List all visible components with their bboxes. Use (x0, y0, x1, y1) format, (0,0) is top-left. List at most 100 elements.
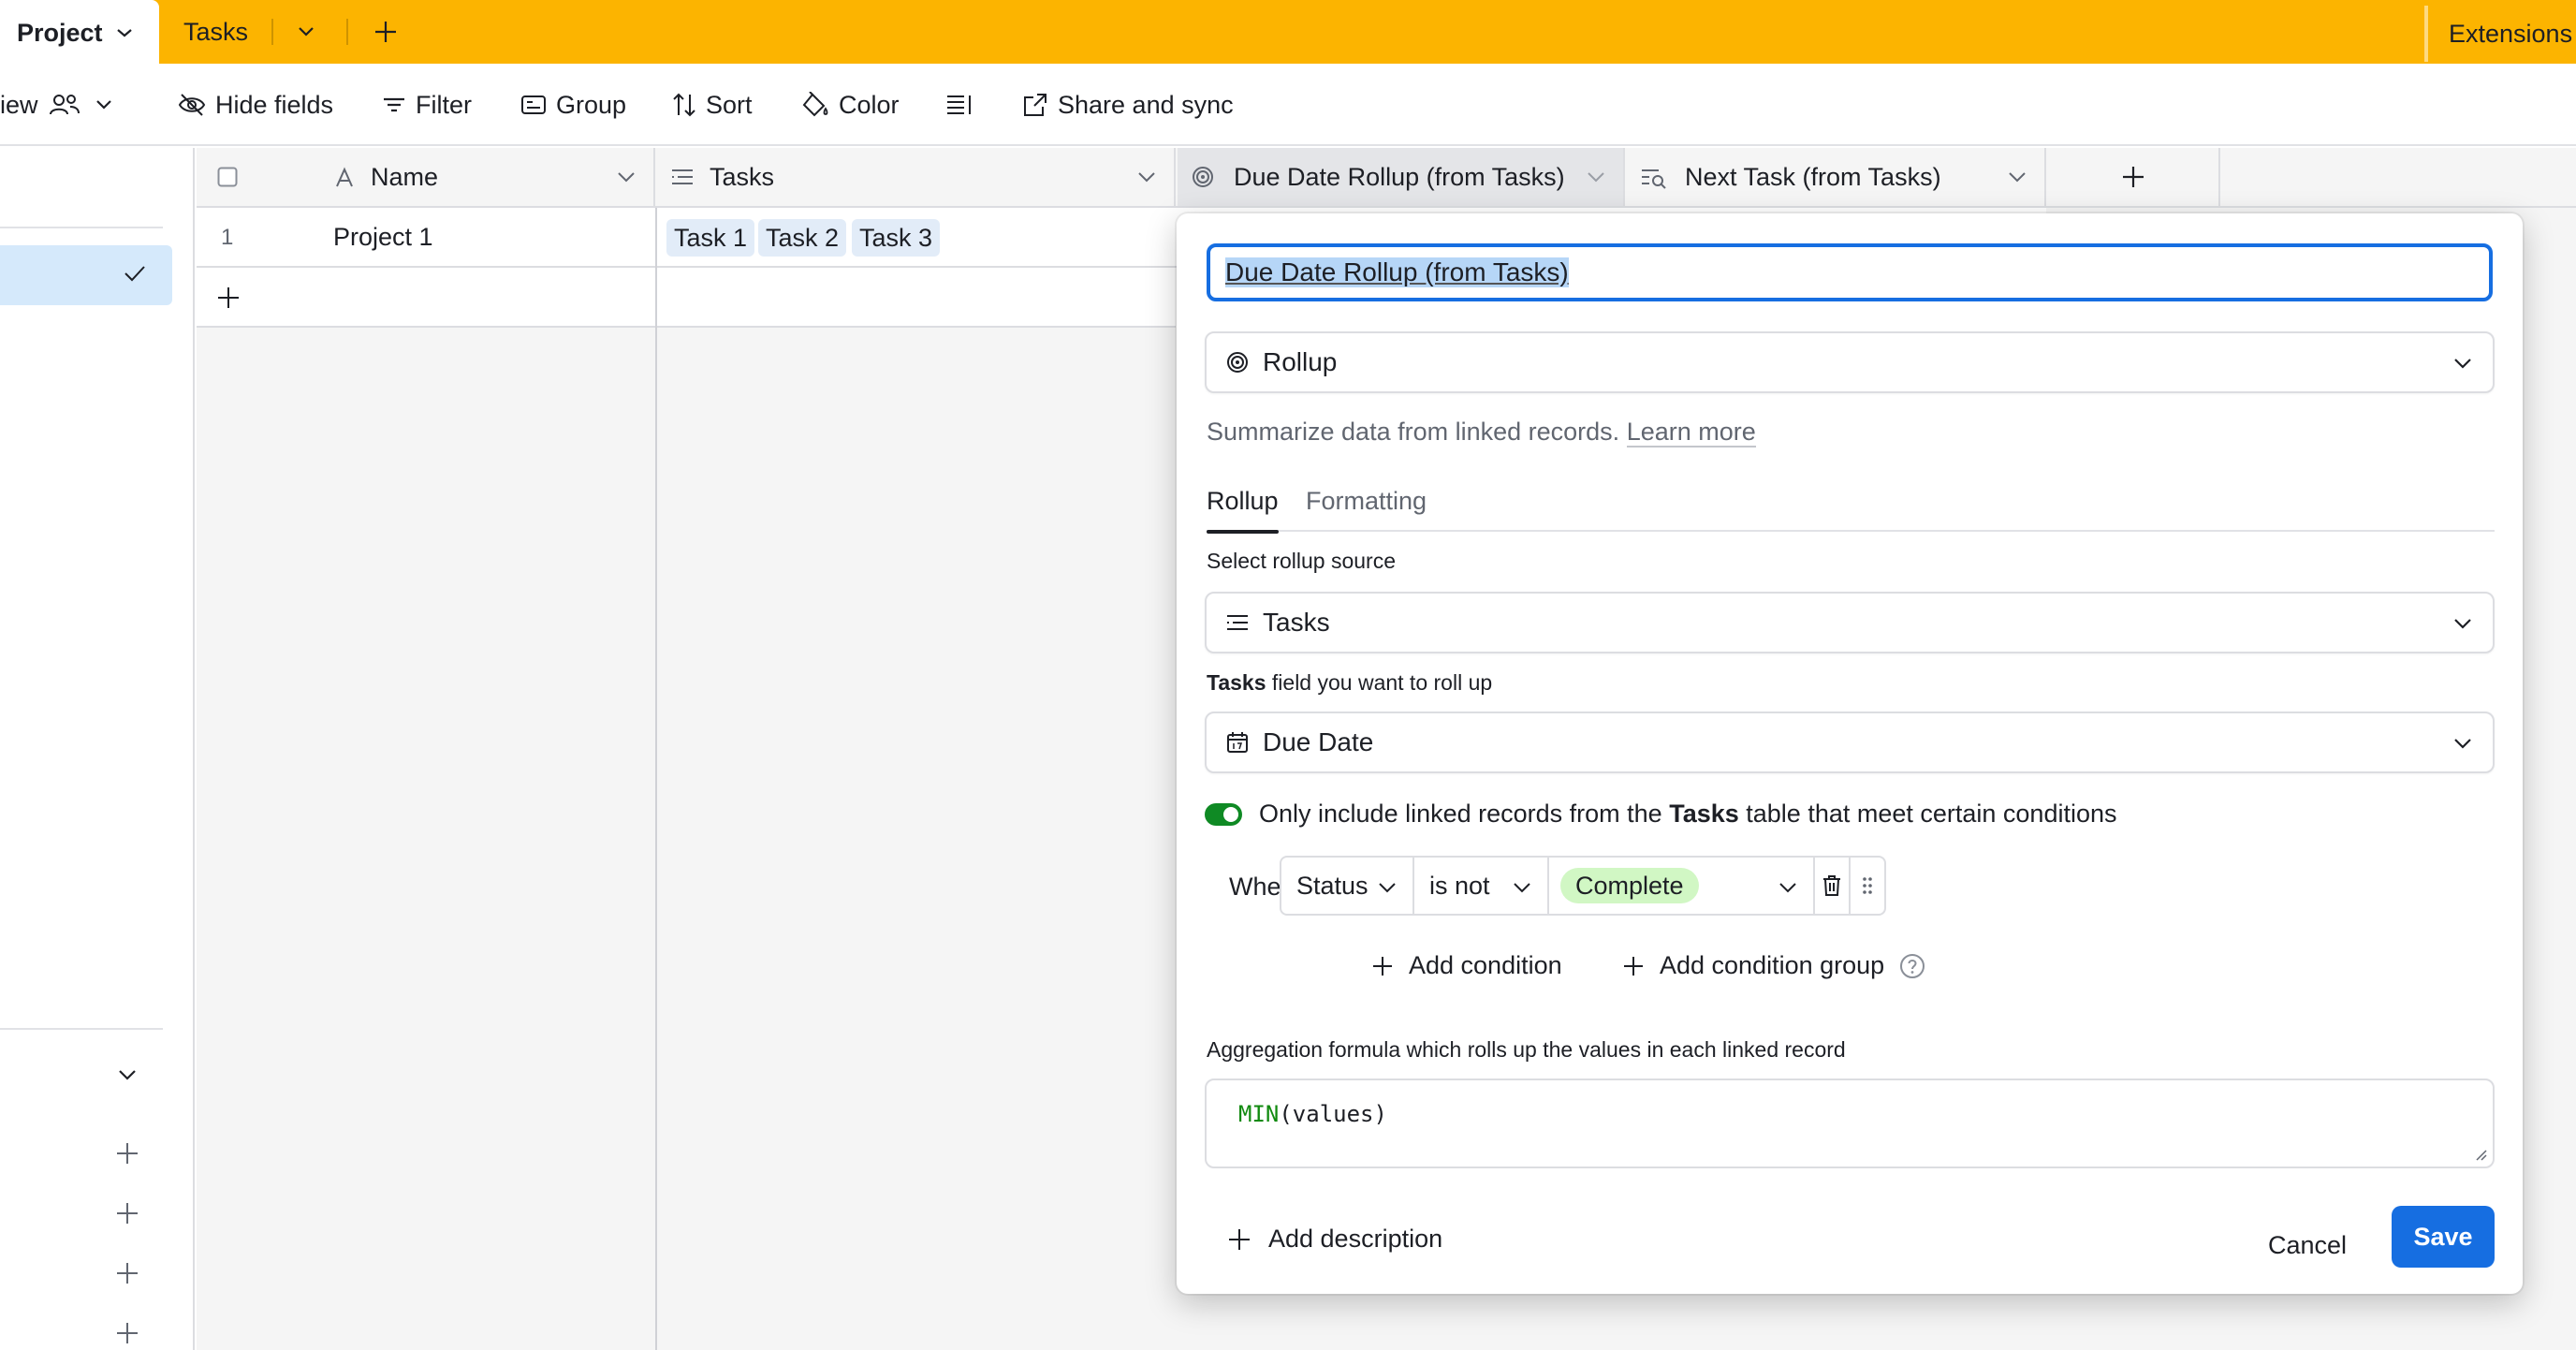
view-switcher-label: iew (0, 90, 38, 119)
sidebar-divider (0, 1028, 163, 1030)
plus-icon[interactable] (114, 1260, 140, 1286)
toggle-label-pre: Only include linked records from the (1259, 800, 1670, 828)
learn-more-link[interactable]: Learn more (1626, 418, 1756, 448)
field-type-select[interactable]: Rollup (1205, 331, 2495, 393)
linked-record-chip[interactable]: Task 3 (852, 219, 941, 257)
plus-icon[interactable] (114, 1140, 140, 1167)
condition-operator-select[interactable]: is not (1412, 856, 1549, 916)
condition-row: Where Status is not Complete (1229, 856, 2328, 916)
add-field-button[interactable] (2048, 148, 2220, 206)
trash-icon (1823, 875, 1840, 896)
add-condition-button[interactable]: Add condition (1371, 951, 1562, 980)
linked-record-chip[interactable]: Task 2 (758, 219, 847, 257)
sidebar-item-active-view[interactable] (0, 245, 172, 305)
group-label: Group (556, 90, 627, 119)
tab-tasks[interactable]: Tasks (183, 0, 248, 64)
lookup-icon (1642, 169, 1666, 189)
chevron-down-icon (1514, 883, 1530, 893)
tab-bar: Project Tasks Extensions (0, 0, 2576, 66)
column-title-tasks: Tasks (710, 162, 775, 191)
chevron-down-icon (1779, 883, 1796, 893)
rollup-field-label-table: Tasks (1207, 670, 1266, 695)
column-title-name: Name (371, 162, 439, 191)
chevron-down-icon[interactable] (2007, 169, 2027, 185)
rollup-field-label: Tasks field you want to roll up (1207, 670, 1492, 696)
column-header-name[interactable]: Name (197, 148, 655, 206)
view-toolbar: iew Hide fields Filter Group Sort Color … (0, 66, 2576, 146)
field-type-label: Rollup (1263, 347, 1338, 376)
view-switcher[interactable]: iew (0, 86, 117, 124)
drag-condition-handle[interactable] (1849, 856, 1886, 916)
delete-condition-button[interactable] (1813, 856, 1851, 916)
conditions-toggle-label: Only include linked records from the Tas… (1259, 800, 2117, 829)
people-icon (49, 95, 80, 115)
extensions-label: Extensions (2449, 19, 2573, 48)
extensions-button[interactable]: Extensions (2424, 6, 2576, 62)
condition-field-select[interactable]: Status (1280, 856, 1414, 916)
column-header-rollup[interactable]: Due Date Rollup (from Tasks) (1178, 148, 1625, 206)
save-button[interactable]: Save (2392, 1206, 2495, 1268)
filter-label: Filter (416, 90, 472, 119)
tab-formatting[interactable]: Formatting (1306, 487, 1427, 516)
field-name-text: Due Date Rollup (from Tasks) (1225, 257, 1569, 287)
rollup-field-select[interactable]: Due Date (1205, 712, 2495, 773)
condition-field-value: Status (1296, 871, 1368, 900)
column-header-tasks[interactable]: Tasks (657, 148, 1176, 206)
add-condition-group-button[interactable]: Add condition group (1622, 951, 1925, 980)
tab-rollup[interactable]: Rollup (1207, 487, 1279, 534)
aggregation-formula-input[interactable]: MIN(values) (1205, 1079, 2495, 1168)
column-title-rollup: Due Date Rollup (from Tasks) (1234, 162, 1565, 191)
rollup-field-label-rest: field you want to roll up (1266, 670, 1493, 695)
column-header-next-task[interactable]: Next Task (from Tasks) (1627, 148, 2046, 206)
toggle-label-post: table that meet certain conditions (1738, 800, 2117, 828)
condition-value-select[interactable]: Complete (1547, 856, 1815, 916)
cell-name[interactable]: Project 1 (333, 223, 433, 252)
add-table-icon[interactable] (373, 19, 399, 45)
group-icon (521, 95, 546, 114)
calendar-icon (1227, 732, 1248, 753)
rollup-source-select[interactable]: Tasks (1205, 592, 2495, 653)
rollup-field-value: Due Date (1263, 727, 1374, 756)
cancel-button[interactable]: Cancel (2251, 1215, 2364, 1275)
primary-column-divider (655, 208, 657, 1350)
resize-handle-icon[interactable] (2474, 1148, 2487, 1161)
field-editor-popover: Due Date Rollup (from Tasks) Rollup Summ… (1177, 213, 2523, 1294)
eye-off-icon (178, 94, 206, 116)
linked-record-chip[interactable]: Task 1 (666, 219, 755, 257)
share-sync-button[interactable]: Share and sync (1022, 86, 1234, 124)
plus-icon (218, 287, 239, 308)
select-all-checkbox[interactable] (217, 167, 238, 187)
group-button[interactable]: Group (520, 86, 626, 124)
color-button[interactable]: Color (801, 86, 900, 124)
share-icon (1024, 94, 1046, 116)
linked-record-icon (1227, 615, 1248, 630)
chevron-down-icon[interactable] (1136, 169, 1157, 185)
conditions-toggle[interactable] (1205, 803, 1242, 826)
sort-label: Sort (706, 90, 753, 119)
chevron-down-icon[interactable] (296, 21, 316, 41)
rollup-source-value: Tasks (1263, 608, 1330, 637)
filter-button[interactable]: Filter (382, 86, 472, 124)
chevron-down-icon[interactable] (616, 169, 637, 185)
help-icon[interactable] (1899, 953, 1925, 979)
color-label: Color (839, 90, 900, 119)
formula-args: (values) (1279, 1101, 1387, 1127)
chevron-down-icon (95, 100, 111, 110)
row-height-button[interactable] (945, 86, 973, 124)
plus-icon[interactable] (114, 1200, 140, 1226)
tab-project[interactable]: Project (0, 0, 159, 66)
sort-button[interactable]: Sort (672, 86, 753, 124)
chevron-down-icon[interactable] (114, 1064, 140, 1086)
plus-icon[interactable] (114, 1320, 140, 1346)
chevron-down-icon[interactable] (1586, 169, 1606, 185)
field-name-input[interactable]: Due Date Rollup (from Tasks) (1207, 243, 2493, 301)
linked-record-icon (672, 169, 693, 184)
editor-tabs: Rollup Formatting (1207, 487, 2495, 534)
add-row[interactable] (197, 268, 1176, 328)
add-description-button[interactable]: Add description (1227, 1225, 1442, 1254)
tab-tasks-label: Tasks (183, 17, 249, 46)
share-sync-label: Share and sync (1058, 90, 1234, 119)
chevron-down-icon[interactable] (116, 27, 133, 38)
hide-fields-button[interactable]: Hide fields (178, 86, 333, 124)
tab-project-label: Project (17, 18, 103, 47)
